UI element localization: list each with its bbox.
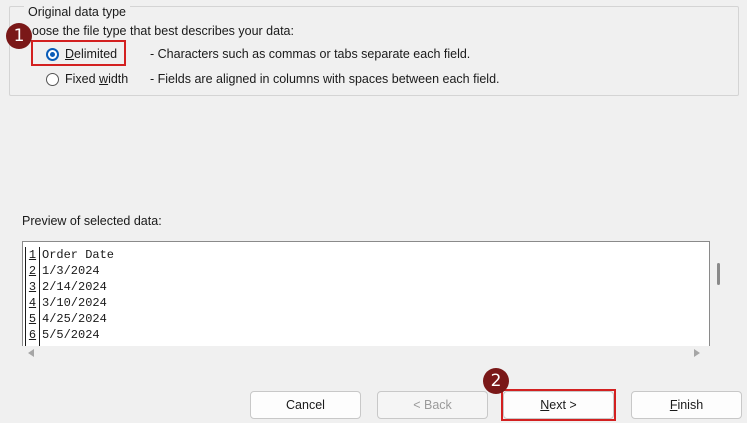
- preview-row: 1 Order Date: [28, 248, 115, 262]
- group-legend: Original data type: [24, 5, 130, 19]
- preview-label: Preview of selected data:: [22, 214, 162, 228]
- preview-pane[interactable]: 1 Order Date 2 1/3/2024 3 2/14/2024 4 3/10/2…: [22, 241, 710, 346]
- callout-highlight-next: [501, 389, 616, 421]
- preview-row: 3 2/14/2024: [28, 280, 107, 294]
- back-button[interactable]: < Back: [377, 391, 488, 419]
- preview-row: 6 5/5/2024: [28, 328, 100, 342]
- fixed-width-description: - Fields are aligned in columns with spa…: [150, 72, 500, 86]
- preview-row: 4 3/10/2024: [28, 296, 107, 310]
- file-type-prompt: oose the file type that best describes y…: [32, 24, 294, 38]
- radio-fixed-width-label[interactable]: Fixed width: [65, 72, 147, 86]
- finish-button[interactable]: Finish: [631, 391, 742, 419]
- callout-badge-2: 2: [483, 368, 509, 394]
- delimited-description: - Characters such as commas or tabs sepa…: [150, 47, 471, 61]
- vertical-scrollbar-thumb[interactable]: [717, 263, 720, 285]
- callout-badge-1: 1: [6, 23, 32, 49]
- preview-row: 2 1/3/2024: [28, 264, 100, 278]
- radio-fixed-width[interactable]: Fixed width: [46, 69, 147, 89]
- radio-unchecked-icon[interactable]: [46, 72, 59, 86]
- scroll-right-arrow-icon[interactable]: [694, 349, 700, 357]
- cancel-button[interactable]: Cancel: [250, 391, 361, 419]
- preview-row: 5 4/25/2024: [28, 312, 107, 326]
- scroll-left-arrow-icon[interactable]: [28, 349, 34, 357]
- callout-highlight-delimited: [31, 40, 126, 66]
